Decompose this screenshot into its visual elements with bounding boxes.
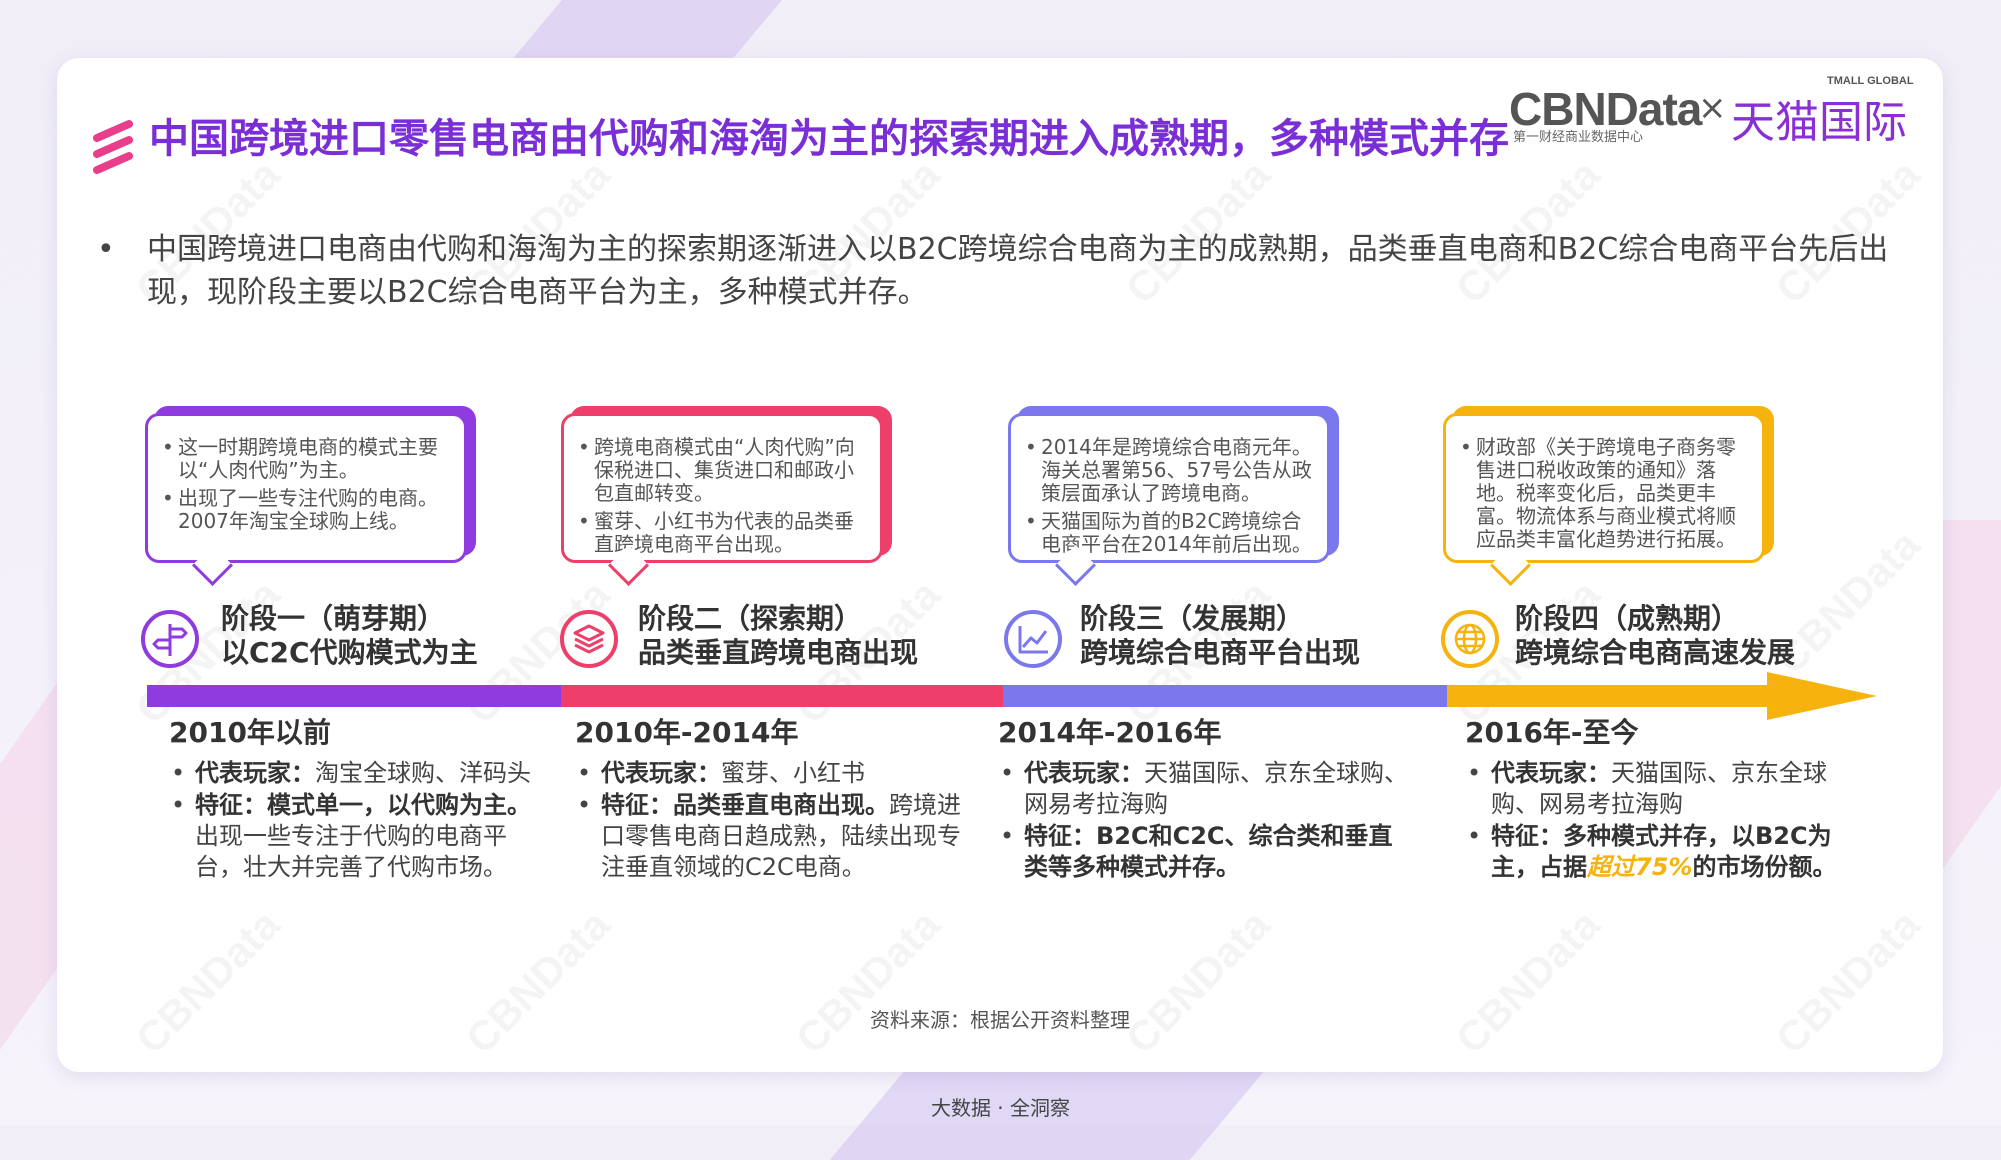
signpost-icon	[141, 610, 199, 668]
stage-4-details: 代表玩家：天猫国际、京东全球购、网易考拉海购 特征：多种模式并存，以B2C为主，…	[1465, 758, 1855, 884]
stage-3-details: 代表玩家：天猫国际、京东全球购、网易考拉海购 特征：B2C和C2C、综合类和垂直…	[998, 758, 1408, 884]
feature-row: 特征：模式单一，以代购为主。出现一些专注于代购的电商平台，壮大并完善了代购市场。	[169, 790, 549, 883]
stage-label: 阶段一（萌芽期）	[221, 602, 446, 635]
source-note: 资料来源：根据公开资料整理	[870, 1008, 1130, 1032]
title-stripes-icon	[93, 120, 133, 174]
stage-1-callout: 这一时期跨境电商的模式主要以“人肉代购”为主。 出现了一些专注代购的电商。200…	[145, 413, 467, 563]
stage-2-period: 2010年-2014年	[575, 716, 799, 749]
players-label: 代表玩家：	[1491, 759, 1611, 787]
timeline-segment-2	[561, 685, 1003, 707]
callout-item: 天猫国际为首的B2C跨境综合电商平台在2014年前后出现。	[1023, 510, 1315, 556]
players-row: 代表玩家：淘宝全球购、洋码头	[169, 758, 549, 789]
players-row: 代表玩家：蜜芽、小红书	[575, 758, 965, 789]
watermark: CBNData	[787, 901, 950, 1064]
feature-row: 特征：多种模式并存，以B2C为主，占据超过75%的市场份额。	[1465, 821, 1855, 883]
players-value: 淘宝全球购、洋码头	[315, 759, 531, 787]
stage-4-period: 2016年-至今	[1465, 716, 1639, 749]
bullet: •	[97, 232, 115, 267]
watermark: CBNData	[1767, 901, 1930, 1064]
players-label: 代表玩家：	[195, 759, 315, 787]
stage-subtitle: 跨境综合电商高速发展	[1515, 636, 1796, 669]
callout-item: 这一时期跨境电商的模式主要以“人肉代购”为主。	[160, 436, 452, 482]
feature-row: 特征：品类垂直电商出现。跨境进口零售电商日趋成熟，陆续出现专注垂直领域的C2C电…	[575, 790, 965, 883]
stage-4-callout: 财政部《关于跨境电子商务零售进口税收政策的通知》落地。税率变化后，品类更丰富。物…	[1443, 413, 1765, 563]
feature-tail: 的市场份额。	[1692, 853, 1837, 881]
stage-subtitle: 跨境综合电商平台出现	[1080, 636, 1361, 669]
watermark: CBNData	[127, 901, 290, 1064]
callout-item: 财政部《关于跨境电子商务零售进口税收政策的通知》落地。税率变化后，品类更丰富。物…	[1458, 436, 1750, 551]
feature-bold: 模式单一，以代购为主。	[267, 791, 531, 819]
stage-3-title: 阶段三（发展期） 跨境综合电商平台出现	[1080, 602, 1360, 670]
callout-item: 2014年是跨境综合电商元年。海关总署第56、57号公告从政策层面承认了跨境电商…	[1023, 436, 1315, 505]
stage-3-period: 2014年-2016年	[998, 716, 1222, 749]
intro-paragraph: • 中国跨境进口电商由代购和海淘为主的探索期逐渐进入以B2C跨境综合电商为主的成…	[97, 228, 1937, 314]
stage-subtitle: 品类垂直跨境电商出现	[638, 636, 919, 669]
watermark: CBNData	[457, 901, 620, 1064]
players-label: 代表玩家：	[1024, 759, 1144, 787]
feature-row: 特征：B2C和C2C、综合类和垂直类等多种模式并存。	[998, 821, 1408, 883]
intro-text: 中国跨境进口电商由代购和海淘为主的探索期逐渐进入以B2C跨境综合电商为主的成熟期…	[147, 232, 1889, 310]
feature-text: 出现一些专注于代购的电商平台，壮大并完善了代购市场。	[195, 822, 507, 881]
stage-subtitle: 以C2C代购模式为主	[221, 636, 478, 669]
globe-icon	[1441, 610, 1499, 668]
watermark: CBNData	[1447, 901, 1610, 1064]
timeline-arrowhead	[1767, 672, 1877, 720]
feature-label: 特征：	[601, 791, 673, 819]
timeline-segment-3	[1003, 685, 1447, 707]
stage-2-details: 代表玩家：蜜芽、小红书 特征：品类垂直电商出现。跨境进口零售电商日趋成熟，陆续出…	[575, 758, 965, 884]
slide-card: CBNData CBNData CBNData CBNData CBNData …	[57, 58, 1943, 1072]
players-value: 蜜芽、小红书	[721, 759, 865, 787]
stage-2-title: 阶段二（探索期） 品类垂直跨境电商出现	[638, 602, 918, 670]
cbndata-logo-subtitle: 第一财经商业数据中心	[1513, 130, 1644, 145]
tmall-global-logo-subtitle: TMALL GLOBAL	[1827, 75, 1914, 87]
timeline-segment-4	[1447, 685, 1771, 707]
tmall-global-logo: 天猫国际	[1731, 97, 1907, 148]
footer-slogan: 大数据 · 全洞察	[930, 1096, 1071, 1120]
stage-1-details: 代表玩家：淘宝全球购、洋码头 特征：模式单一，以代购为主。出现一些专注于代购的电…	[169, 758, 549, 884]
watermark: CBNData	[1117, 901, 1280, 1064]
layers-icon	[560, 610, 618, 668]
stage-3-callout: 2014年是跨境综合电商元年。海关总署第56、57号公告从政策层面承认了跨境电商…	[1008, 413, 1330, 563]
callout-item: 蜜芽、小红书为代表的品类垂直跨境电商平台出现。	[576, 510, 868, 556]
page-title: 中国跨境进口零售电商由代购和海淘为主的探索期进入成熟期，多种模式并存	[149, 116, 1509, 162]
timeline-segment-1	[147, 685, 561, 707]
callout-item: 跨境电商模式由“人肉代购”向保税进口、集货进口和邮政小包直邮转变。	[576, 436, 868, 505]
feature-label: 特征：	[1024, 822, 1096, 850]
feature-label: 特征：	[1491, 822, 1563, 850]
stage-label: 阶段四（成熟期）	[1515, 602, 1740, 635]
players-label: 代表玩家：	[601, 759, 721, 787]
players-row: 代表玩家：天猫国际、京东全球购、网易考拉海购	[998, 758, 1408, 820]
stage-2-callout: 跨境电商模式由“人肉代购”向保税进口、集货进口和邮政小包直邮转变。 蜜芽、小红书…	[561, 413, 883, 563]
feature-label: 特征：	[195, 791, 267, 819]
stage-label: 阶段三（发展期）	[1080, 602, 1305, 635]
trend-chart-icon	[1004, 610, 1062, 668]
callout-item: 出现了一些专注代购的电商。2007年淘宝全球购上线。	[160, 487, 452, 533]
stage-1-period: 2010年以前	[169, 716, 331, 749]
players-row: 代表玩家：天猫国际、京东全球购、网易考拉海购	[1465, 758, 1855, 820]
stage-4-title: 阶段四（成熟期） 跨境综合电商高速发展	[1515, 602, 1795, 670]
feature-bold: 品类垂直电商出现。	[673, 791, 889, 819]
stage-1-title: 阶段一（萌芽期） 以C2C代购模式为主	[221, 602, 478, 670]
market-share-highlight: 超过75%	[1587, 853, 1693, 881]
stage-label: 阶段二（探索期）	[638, 602, 863, 635]
logo-separator: ×	[1698, 88, 1727, 128]
